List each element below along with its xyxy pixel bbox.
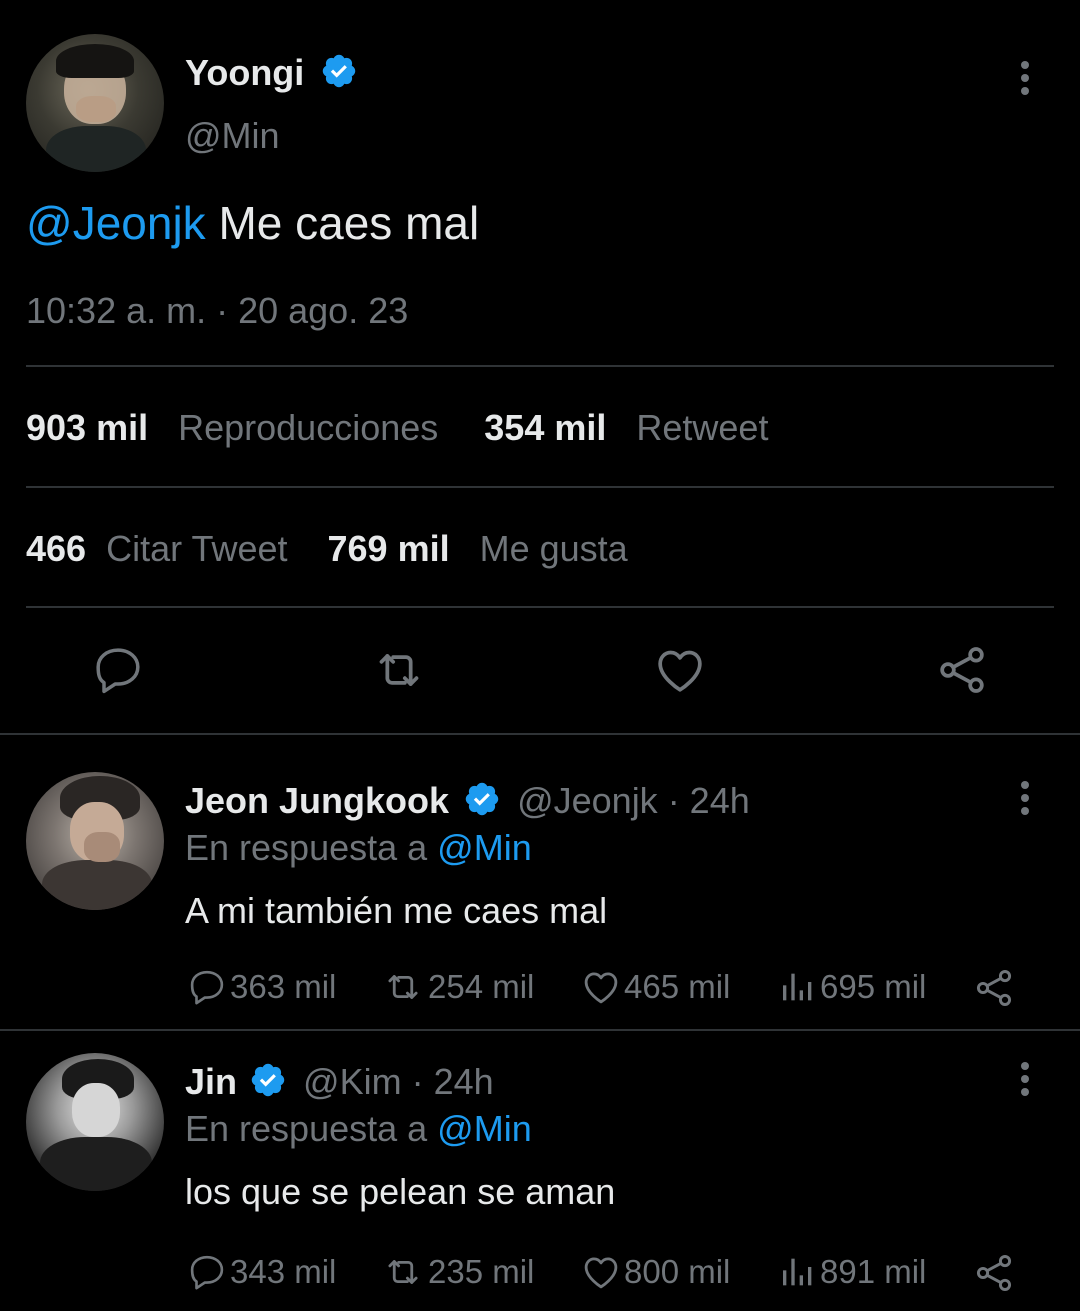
reply-age[interactable]: · 24h: [658, 780, 750, 821]
retweets-count: 354 mil: [484, 407, 607, 448]
retweets-stat[interactable]: 354 mil Retweet: [484, 407, 768, 448]
reply-icon: [190, 970, 224, 1005]
in-reply-to: En respuesta a @Min: [185, 827, 532, 869]
reply-count-button[interactable]: 363 mil: [186, 966, 336, 1008]
quotes-stat[interactable]: 466 Citar Tweet: [26, 528, 298, 569]
reply-age[interactable]: · 24h: [402, 1061, 494, 1102]
reply-author-name[interactable]: Jin: [185, 1061, 237, 1102]
tweet-mention-link[interactable]: @Jeonjk: [26, 197, 206, 249]
more-options-icon[interactable]: [1005, 1059, 1045, 1099]
reply-header: Jeon Jungkook @Jeonjk · 24h: [185, 780, 750, 827]
reply-icon: [190, 1255, 224, 1290]
views-count-button[interactable]: 695 mil: [778, 966, 926, 1008]
reply-count: 363 mil: [230, 968, 337, 1005]
stats-row-quotes-likes: 466 Citar Tweet 769 mil Me gusta: [26, 528, 628, 570]
reply-author-name[interactable]: Jeon Jungkook: [185, 780, 449, 821]
like-icon[interactable]: [652, 642, 708, 698]
reply-avatar[interactable]: [26, 1053, 164, 1191]
retweet-icon: [388, 1260, 418, 1284]
reply-icon[interactable]: [90, 642, 146, 698]
reply-text: los que se pelean se aman: [185, 1171, 616, 1212]
share-icon[interactable]: [972, 1251, 1016, 1300]
like-icon: [584, 972, 618, 1004]
views-icon: [783, 1258, 812, 1286]
retweet-count: 254 mil: [428, 968, 535, 1005]
reply-count-button[interactable]: 343 mil: [186, 1251, 336, 1293]
divider: [26, 606, 1054, 608]
reply-header: Jin @Kim · 24h: [185, 1061, 494, 1108]
retweet-count-button[interactable]: 254 mil: [380, 966, 534, 1008]
retweets-label: Retweet: [636, 407, 769, 448]
likes-stat[interactable]: 769 mil Me gusta: [328, 528, 628, 569]
in-reply-handle-link[interactable]: @Min: [437, 827, 532, 868]
divider: [0, 1029, 1080, 1031]
author-name-row[interactable]: Yoongi: [185, 52, 358, 99]
likes-count: 769 mil: [327, 528, 450, 569]
quotes-count: 466: [26, 528, 87, 569]
retweet-icon: [388, 975, 418, 999]
divider: [26, 486, 1054, 488]
likes-label: Me gusta: [479, 528, 628, 569]
verified-badge-icon: [320, 52, 358, 99]
in-reply-prefix: En respuesta a: [185, 1108, 438, 1149]
views-count: 695 mil: [820, 968, 927, 1005]
reply-count: 343 mil: [230, 1253, 337, 1290]
like-count: 465 mil: [624, 968, 731, 1005]
in-reply-to: En respuesta a @Min: [185, 1108, 532, 1150]
more-options-icon[interactable]: [1005, 778, 1045, 818]
author-name[interactable]: Yoongi: [185, 52, 304, 93]
in-reply-prefix: En respuesta a: [185, 827, 438, 868]
tweet-timestamp[interactable]: 10:32 a. m. · 20 ago. 23: [26, 290, 408, 332]
stats-row-views-retweets: 903 mil Reproducciones 354 mil Retweet: [26, 407, 768, 449]
views-count: 903 mil: [26, 407, 149, 448]
in-reply-handle-link[interactable]: @Min: [437, 1108, 532, 1149]
share-icon[interactable]: [972, 966, 1016, 1015]
like-count: 800 mil: [624, 1253, 731, 1290]
views-count: 891 mil: [820, 1253, 927, 1290]
more-options-icon[interactable]: [1005, 58, 1045, 98]
divider: [26, 365, 1054, 367]
views-icon: [783, 973, 812, 1001]
verified-badge-icon: [249, 1061, 287, 1108]
quotes-label: Citar Tweet: [106, 528, 288, 569]
retweet-count: 235 mil: [428, 1253, 535, 1290]
tweet-body: Me caes mal: [205, 197, 480, 249]
reply-avatar[interactable]: [26, 772, 164, 910]
views-count-button[interactable]: 891 mil: [778, 1251, 926, 1293]
like-count-button[interactable]: 465 mil: [580, 966, 730, 1008]
divider: [0, 733, 1080, 735]
views-label: Reproducciones: [178, 407, 439, 448]
verified-badge-icon: [463, 780, 501, 827]
reply-text: A mi también me caes mal: [185, 890, 608, 931]
retweet-count-button[interactable]: 235 mil: [380, 1251, 534, 1293]
reply-author-handle[interactable]: @Kim: [303, 1061, 402, 1102]
author-avatar[interactable]: [26, 34, 164, 172]
like-count-button[interactable]: 800 mil: [580, 1251, 730, 1293]
share-icon[interactable]: [934, 642, 990, 698]
author-handle[interactable]: @Min: [185, 115, 280, 157]
reply-author-handle[interactable]: @Jeonjk: [517, 780, 658, 821]
like-icon: [584, 1257, 618, 1289]
tweet-text: @Jeonjk Me caes mal: [26, 196, 479, 250]
retweet-icon[interactable]: [371, 642, 427, 698]
